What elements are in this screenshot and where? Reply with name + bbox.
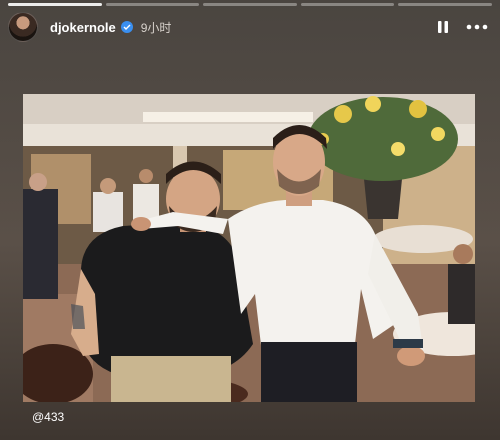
progress-segment (8, 3, 102, 6)
progress-segment (398, 3, 492, 6)
photo-illustration (23, 94, 475, 402)
progress-segment (203, 3, 297, 6)
verified-icon (120, 21, 133, 33)
more-icon[interactable] (464, 14, 490, 40)
avatar[interactable] (8, 12, 38, 42)
story-photo[interactable] (23, 94, 475, 402)
progress-segment (105, 3, 200, 6)
progress-segment (300, 3, 395, 6)
story-viewer: djokernole 9小时 @433 (0, 0, 500, 440)
story-timestamp: 9小时 (140, 20, 172, 35)
username[interactable]: djokernole (50, 20, 116, 35)
mention-sticker[interactable]: @433 (32, 410, 64, 424)
story-header: djokernole 9小时 (8, 12, 490, 42)
story-progress-bar (8, 3, 492, 6)
pause-icon[interactable] (430, 14, 456, 40)
